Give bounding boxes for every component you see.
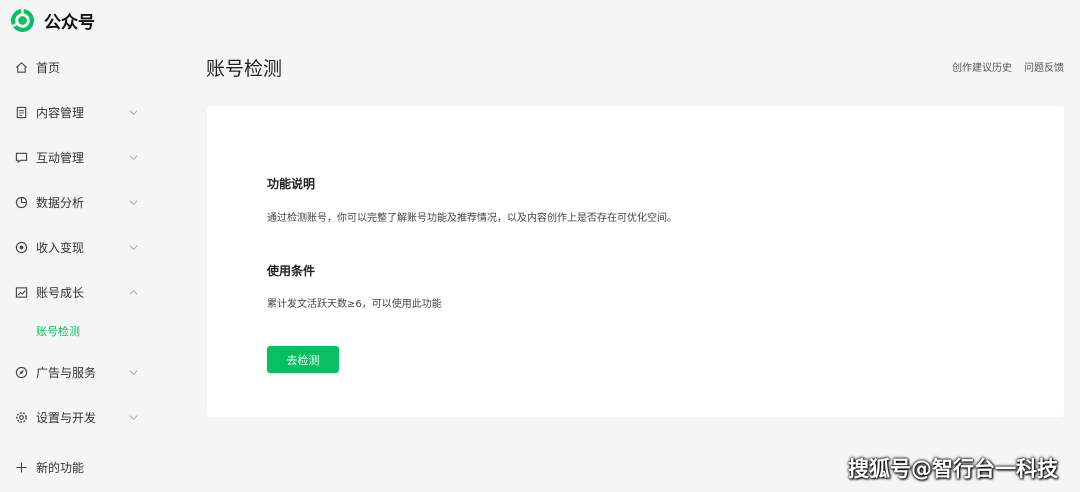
compass-icon <box>14 365 28 379</box>
trend-icon <box>14 285 28 299</box>
app-logo[interactable]: 公众号 <box>10 7 95 33</box>
sidebar-item-content[interactable]: 内容管理 <box>0 99 160 125</box>
app-title: 公众号 <box>44 12 95 33</box>
usage-conditions-title: 使用条件 <box>267 264 316 278</box>
chevron-down-icon <box>129 414 138 420</box>
feature-description-title: 功能说明 <box>267 177 316 191</box>
chevron-down-icon <box>129 199 138 205</box>
sidebar-item-new-features[interactable]: 新的功能 <box>0 454 160 480</box>
sidebar-item-analytics[interactable]: 数据分析 <box>0 189 160 215</box>
watermark-text: 搜狐号@智行台一科技 <box>848 457 1058 481</box>
feature-description-text: 通过检测账号，你可以完整了解账号功能及推荐情况，以及内容创作上是否存在可优化空间… <box>267 213 677 224</box>
sidebar-item-ads[interactable]: 广告与服务 <box>0 359 160 385</box>
document-icon <box>14 105 28 119</box>
pie-chart-icon <box>14 195 28 209</box>
page-title: 账号检测 <box>206 58 283 80</box>
chevron-down-icon <box>129 244 138 250</box>
sidebar-item-home[interactable]: 首页 <box>0 54 160 80</box>
sidebar-item-growth[interactable]: 账号成长 <box>0 279 160 305</box>
sidebar-item-label: 内容管理 <box>36 105 85 120</box>
chevron-down-icon <box>129 369 138 375</box>
coin-icon <box>14 240 28 254</box>
chevron-down-icon <box>129 154 138 160</box>
wechat-official-logo-icon <box>10 8 35 32</box>
sidebar-item-label: 首页 <box>36 60 61 75</box>
message-icon <box>14 150 28 164</box>
sidebar-item-monetization[interactable]: 收入变现 <box>0 234 160 260</box>
header-links: 创作建议历史 问题反馈 <box>952 59 1064 74</box>
sidebar-item-label: 互动管理 <box>36 150 85 165</box>
sidebar-item-label: 广告与服务 <box>36 365 97 380</box>
sidebar-item-label: 新的功能 <box>36 460 85 475</box>
chevron-down-icon <box>129 109 138 115</box>
sidebar-item-settings[interactable]: 设置与开发 <box>0 404 160 430</box>
sidebar-item-label: 设置与开发 <box>36 410 97 425</box>
sidebar-item-label: 数据分析 <box>36 195 85 210</box>
feedback-link[interactable]: 问题反馈 <box>1024 59 1064 74</box>
home-icon <box>14 60 28 74</box>
sidebar-item-interaction[interactable]: 互动管理 <box>0 144 160 170</box>
account-check-card: 功能说明 通过检测账号，你可以完整了解账号功能及推荐情况，以及内容创作上是否存在… <box>207 106 1064 417</box>
start-check-button[interactable]: 去检测 <box>267 346 339 373</box>
sidebar-item-label: 收入变现 <box>36 240 85 255</box>
sidebar: 公众号 首页 内容管理 互动管理 数据分析 收入变现 账号成长 账号检测 广告与… <box>0 0 160 492</box>
creation-advice-history-link[interactable]: 创作建议历史 <box>952 59 1012 74</box>
chevron-up-icon <box>129 289 138 295</box>
sidebar-item-label: 账号成长 <box>36 285 85 300</box>
sidebar-subitem-account-check[interactable]: 账号检测 <box>36 323 80 339</box>
usage-conditions-text: 累计发文活跃天数≥6，可以使用此功能 <box>267 299 442 310</box>
gear-icon <box>14 410 28 424</box>
plus-icon <box>14 460 28 474</box>
